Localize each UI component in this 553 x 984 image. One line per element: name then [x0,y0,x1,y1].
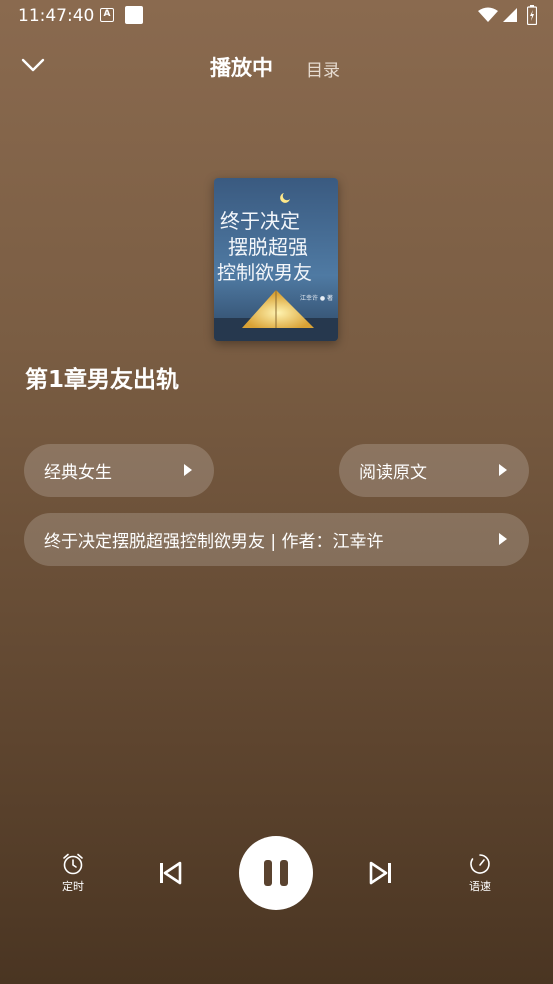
read-original-label: 阅读原文 [359,463,427,483]
pause-button[interactable] [239,836,313,910]
play-arrow-icon [184,464,192,476]
battery-icon [527,5,537,25]
speed-label: 语速 [469,880,491,893]
skip-previous-icon[interactable] [157,860,183,886]
read-original-button[interactable]: 阅读原文 [339,444,529,497]
timer-label: 定时 [62,880,84,893]
tab-now-playing[interactable]: 播放中 [210,52,273,82]
pause-icon [264,860,272,886]
cover-title-1: 终于决定 [220,209,300,233]
keyboard-a-icon: A [100,8,114,22]
skip-next-icon[interactable] [368,860,394,886]
player-header: 播放中 目录 [0,44,553,88]
alarm-clock-icon [63,853,83,875]
wifi-icon [478,7,498,22]
genre-label: 经典女生 [44,463,112,483]
book-cover: 终于决定 摆脱超强 控制欲男友 江幸许 ● 著 [214,178,338,341]
play-arrow-icon [499,533,507,545]
chevron-down-icon[interactable] [20,52,46,78]
notification-icon [125,6,143,24]
speed-button[interactable]: 语速 [458,852,502,894]
tab-catalog[interactable]: 目录 [306,56,340,81]
play-arrow-icon [499,464,507,476]
pause-icon [280,860,288,886]
status-time: 11:47:40 [18,6,95,26]
book-info-label: 终于决定摆脱超强控制欲男友 | 作者：江幸许 [44,532,384,552]
chapter-title: 第1章男友出轨 [25,367,180,393]
timer-button[interactable]: 定时 [51,852,95,894]
cover-author: 江幸许 ● 著 [300,294,333,302]
cover-title-2: 摆脱超强 [228,235,308,259]
signal-icon [503,8,517,22]
status-bar: 11:47:40 A [0,0,553,32]
speedometer-icon [470,854,490,874]
cover-title-3: 控制欲男友 [217,262,312,284]
book-info-button[interactable]: 终于决定摆脱超强控制欲男友 | 作者：江幸许 [24,513,529,566]
playback-controls: 定时 语速 [0,832,553,912]
book-cover-art: 终于决定 摆脱超强 控制欲男友 江幸许 ● 著 [214,178,338,341]
genre-button[interactable]: 经典女生 [24,444,214,497]
